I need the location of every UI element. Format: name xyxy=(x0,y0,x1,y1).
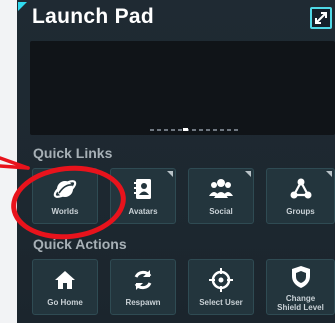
tile-corner-marker xyxy=(167,171,173,177)
select-user-label: Select User xyxy=(199,298,243,307)
carousel-active-dot xyxy=(183,128,188,131)
panel-corner-marker xyxy=(18,2,27,11)
people-icon xyxy=(209,179,233,198)
change-shield-level-label: Change Shield Level xyxy=(267,294,334,312)
group-nodes-icon xyxy=(290,178,311,199)
change-shield-label-line1: Change xyxy=(285,294,316,303)
world-preview-area[interactable] xyxy=(30,41,335,135)
change-shield-level-button[interactable]: Change Shield Level xyxy=(266,259,335,315)
social-button[interactable]: Social xyxy=(188,168,254,224)
tile-corner-marker xyxy=(245,171,251,177)
select-user-button[interactable]: Select User xyxy=(188,259,254,315)
crosshair-icon xyxy=(209,268,233,292)
social-label: Social xyxy=(209,207,233,216)
shield-icon xyxy=(291,266,310,288)
launch-pad-panel: Launch Pad Quick Links Worlds Avatars So… xyxy=(17,0,335,323)
avatar-book-icon xyxy=(134,179,151,199)
groups-label: Groups xyxy=(286,207,315,216)
tile-corner-marker xyxy=(326,171,332,177)
expand-button[interactable] xyxy=(310,7,332,29)
panel-title: Launch Pad xyxy=(32,5,155,28)
go-home-button[interactable]: Go Home xyxy=(32,259,98,315)
carousel-indicator xyxy=(150,129,240,131)
annotation-arrow xyxy=(0,156,30,170)
home-icon xyxy=(55,271,75,289)
groups-button[interactable]: Groups xyxy=(266,168,335,224)
respawn-icon xyxy=(134,270,152,290)
quick-actions-heading: Quick Actions xyxy=(33,236,127,252)
go-home-label: Go Home xyxy=(47,298,83,307)
respawn-button[interactable]: Respawn xyxy=(110,259,176,315)
expand-icon xyxy=(315,12,327,24)
respawn-label: Respawn xyxy=(125,298,161,307)
quick-links-heading: Quick Links xyxy=(33,145,113,161)
change-shield-label-line2: Shield Level xyxy=(277,303,324,312)
